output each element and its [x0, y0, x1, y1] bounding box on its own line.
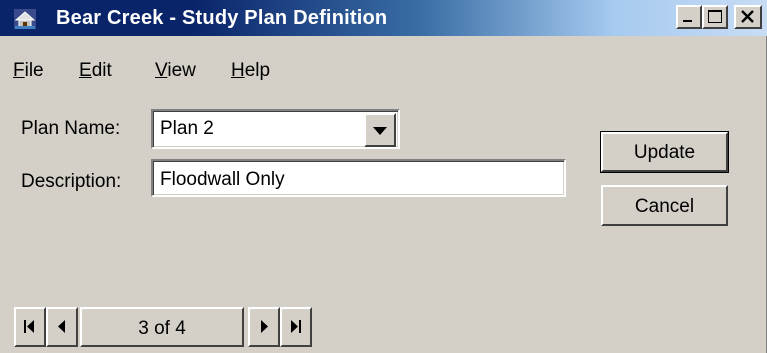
close-button[interactable] [734, 5, 762, 29]
menu-file-accel: F [13, 60, 25, 81]
menu-help[interactable]: Help [231, 60, 270, 82]
last-record-button[interactable] [280, 307, 312, 347]
cancel-button[interactable]: Cancel [601, 185, 728, 226]
previous-record-icon [58, 320, 65, 333]
cancel-button-label: Cancel [634, 196, 695, 217]
last-record-icon [291, 320, 301, 333]
plan-name-dropdown-button[interactable] [364, 113, 396, 147]
menu-file[interactable]: File [13, 60, 44, 82]
title-bar[interactable]: Bear Creek - Study Plan Definition [0, 0, 767, 36]
menu-view[interactable]: View [155, 60, 196, 82]
record-indicator-text: 3 of 4 [138, 318, 186, 339]
menu-edit[interactable]: Edit [79, 60, 112, 82]
update-button[interactable]: Update [600, 131, 729, 173]
close-icon [741, 10, 754, 23]
next-record-button[interactable] [248, 307, 280, 347]
description-field[interactable]: Floodwall Only [151, 159, 566, 197]
record-indicator: 3 of 4 [80, 307, 244, 347]
menu-help-accel: H [231, 60, 245, 81]
study-plan-window: Bear Creek - Study Plan Definition File … [0, 0, 767, 353]
menu-edit-accel: E [79, 60, 92, 81]
chevron-down-icon [373, 127, 387, 135]
minimize-button[interactable] [676, 5, 702, 29]
plan-name-value: Plan 2 [160, 118, 214, 139]
plan-name-label: Plan Name: [21, 118, 121, 139]
minimize-icon [683, 20, 692, 22]
first-record-icon [24, 320, 34, 333]
update-button-label: Update [633, 142, 696, 163]
window-title: Bear Creek - Study Plan Definition [56, 7, 388, 29]
next-record-icon [261, 320, 268, 333]
menu-view-accel: V [155, 60, 168, 81]
maximize-icon [708, 10, 722, 23]
menu-file-label: ile [24, 60, 44, 81]
description-value: Floodwall Only [160, 169, 285, 190]
menu-edit-label: dit [91, 60, 112, 81]
app-house-icon [14, 9, 36, 29]
first-record-button[interactable] [14, 307, 46, 347]
maximize-button[interactable] [702, 5, 728, 29]
previous-record-button[interactable] [46, 307, 78, 347]
menu-help-label: elp [244, 60, 271, 81]
description-label: Description: [21, 171, 122, 192]
menu-view-label: iew [167, 60, 196, 81]
plan-name-combobox[interactable]: Plan 2 [151, 109, 400, 149]
